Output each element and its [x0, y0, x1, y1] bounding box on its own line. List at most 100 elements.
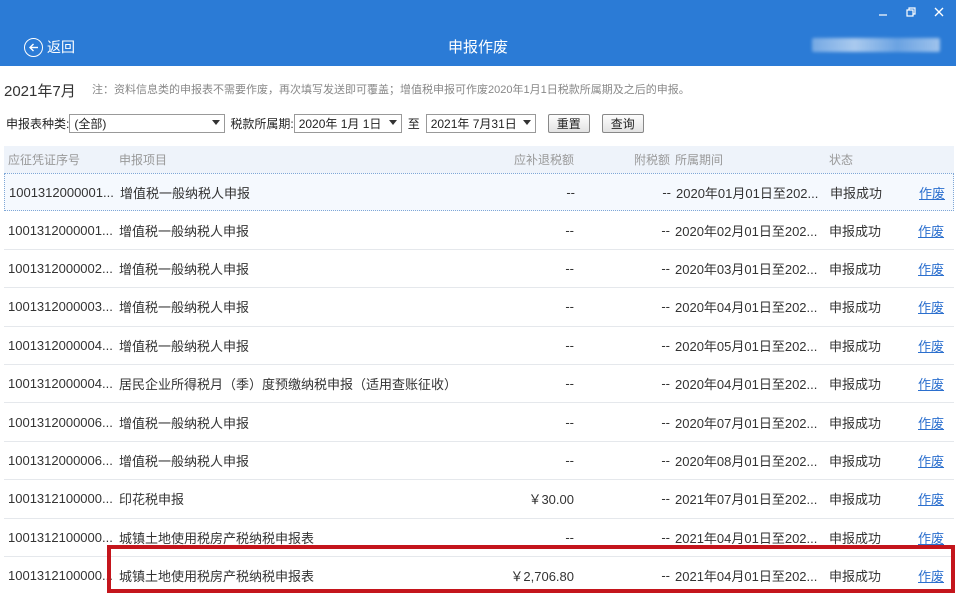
from-date-select[interactable]: 2020年 1月 1日: [293, 113, 402, 133]
cell-period: 2020年04月01日至202...: [675, 300, 818, 316]
to-label: 至: [407, 116, 420, 131]
cell-status: 申报成功: [829, 300, 882, 316]
cell-status: 申报成功: [829, 415, 882, 431]
type-select-value: (全部): [74, 116, 107, 131]
cell-item: 增值税一般纳税人申报: [119, 338, 250, 354]
void-link[interactable]: 作废: [918, 413, 952, 432]
restore-icon[interactable]: [904, 5, 918, 19]
type-select[interactable]: (全部): [69, 113, 226, 133]
cell-id: 1001312000002...: [8, 260, 113, 276]
cell-amount: --: [565, 299, 574, 315]
cell-amount: --: [565, 222, 574, 238]
void-link[interactable]: 作废: [919, 183, 953, 202]
cell-period: 2020年03月01日至202...: [675, 261, 818, 277]
column-header-tax[interactable]: 附税额: [584, 151, 670, 168]
void-link[interactable]: 作废: [918, 259, 952, 278]
from-date-value: 2020年 1月 1日: [298, 116, 382, 131]
cell-period: 2021年04月01日至202...: [675, 569, 818, 585]
cell-status: 申报成功: [829, 223, 882, 239]
table-row[interactable]: 1001312100000... 城镇土地使用税房产税纳税申报表 ￥2,706.80…: [4, 557, 954, 593]
cell-tax: --: [661, 568, 670, 584]
cell-tax: --: [661, 222, 670, 238]
cell-item: 增值税一般纳税人申报: [119, 300, 250, 316]
void-link[interactable]: 作废: [918, 566, 952, 585]
cell-id: 1001312000004...: [8, 337, 113, 353]
to-date-select[interactable]: 2021年 7月31日: [425, 113, 536, 133]
cell-period: 2021年04月01日至202...: [675, 530, 818, 546]
column-header-item[interactable]: 申报项目: [119, 151, 479, 168]
cell-amount: --: [566, 184, 575, 200]
cell-status: 申报成功: [829, 569, 882, 585]
cell-status: 申报成功: [829, 261, 882, 277]
table-row[interactable]: 1001312100000... 印花税申报 ￥30.00 -- 2021年07月01日…: [4, 480, 954, 519]
void-link[interactable]: 作废: [918, 528, 952, 547]
cell-amount: --: [565, 376, 574, 392]
declaration-table: 应征凭证序号 申报项目 应补退税额 附税额 所属期间 状态 1001312000…: [4, 146, 954, 593]
cell-amount: --: [565, 452, 574, 468]
minimize-icon[interactable]: [876, 5, 890, 19]
void-link[interactable]: 作废: [918, 489, 952, 508]
cell-period: 2021年07月01日至202...: [675, 492, 818, 508]
cell-id: 1001312000003...: [8, 299, 113, 315]
cell-tax: --: [661, 299, 670, 315]
chevron-down-icon: [522, 119, 531, 125]
cell-item: 增值税一般纳税人申报: [120, 185, 251, 201]
column-header-period[interactable]: 所属期间: [675, 151, 825, 168]
void-link[interactable]: 作废: [918, 297, 952, 316]
table-body: 1001312000001... 增值税一般纳税人申报 -- -- 2020年01月01…: [4, 173, 954, 593]
column-header-status[interactable]: 状态: [829, 151, 899, 168]
cell-amount: --: [565, 414, 574, 430]
user-info-blurred: [812, 38, 940, 52]
void-link[interactable]: 作废: [918, 451, 952, 470]
table-row[interactable]: 1001312000006... 增值税一般纳税人申报 -- -- 2020年07月01…: [4, 403, 954, 442]
cell-id: 1001312000006...: [8, 414, 113, 430]
cell-amount: ￥30.00: [528, 492, 574, 508]
cell-amount: ￥2,706.80: [510, 569, 574, 585]
cell-id: 1001312000001...: [9, 184, 114, 200]
chevron-down-icon: [212, 119, 221, 125]
cell-status: 申报成功: [829, 453, 882, 469]
table-row[interactable]: 1001312000001... 增值税一般纳税人申报 -- -- 2020年01月01…: [4, 173, 954, 212]
cell-item: 城镇土地使用税房产税纳税申报表: [119, 569, 315, 585]
cell-id: 1001312100000...: [8, 529, 113, 545]
void-link[interactable]: 作废: [918, 336, 952, 355]
table-row[interactable]: 1001312000006... 增值税一般纳税人申报 -- -- 2020年08月01…: [4, 442, 954, 481]
column-header-id[interactable]: 应征凭证序号: [8, 151, 118, 168]
info-note: 注：资料信息类的申报表不需要作废，再次填写发送即可覆盖；增值税申报可作废2020…: [92, 84, 690, 96]
query-button[interactable]: 查询: [601, 113, 644, 133]
table-header: 应征凭证序号 申报项目 应补退税额 附税额 所属期间 状态: [4, 146, 954, 173]
cell-tax: --: [661, 491, 670, 507]
table-row[interactable]: 1001312100000... 城镇土地使用税房产税纳税申报表 -- -- 2021年…: [4, 519, 954, 557]
cell-status: 申报成功: [830, 185, 883, 201]
cell-id: 1001312000006...: [8, 452, 113, 468]
cell-item: 增值税一般纳税人申报: [119, 453, 250, 469]
table-row[interactable]: 1001312000001... 增值税一般纳税人申报 -- -- 2020年02月01…: [4, 211, 954, 250]
cell-id: 1001312000004...: [8, 376, 113, 392]
cell-tax: --: [661, 529, 670, 545]
cell-period: 2020年05月01日至202...: [675, 338, 818, 354]
table-row[interactable]: 1001312000004... 居民企业所得税月（季）度预缴纳税申报（适用查账征…: [4, 365, 954, 404]
table-row[interactable]: 1001312000003... 增值税一般纳税人申报 -- -- 2020年04月01…: [4, 288, 954, 327]
to-date-value: 2021年 7月31日: [430, 116, 517, 131]
cell-id: 1001312000001...: [8, 222, 113, 238]
column-header-amount[interactable]: 应补退税额: [444, 151, 574, 168]
table-row[interactable]: 1001312000002... 增值税一般纳税人申报 -- -- 2020年03月01…: [4, 250, 954, 289]
close-icon[interactable]: [932, 5, 946, 19]
cell-tax: --: [661, 414, 670, 430]
cell-item: 印花税申报: [119, 492, 185, 508]
table-row[interactable]: 1001312000004... 增值税一般纳税人申报 -- -- 2020年05月01…: [4, 327, 954, 365]
period-label: 2021年7月: [4, 83, 76, 100]
cell-period: 2020年01月01日至202...: [676, 185, 819, 201]
cell-id: 1001312100000...: [8, 491, 113, 507]
type-filter-label: 申报表种类:: [6, 116, 70, 131]
void-link[interactable]: 作废: [918, 221, 952, 240]
void-link[interactable]: 作废: [918, 374, 952, 393]
filter-bar: 申报表种类: (全部) 税款所属期: 2020年 1月 1日 至 2021年 7…: [6, 112, 644, 134]
cell-item: 居民企业所得税月（季）度预缴纳税申报（适用查账征收）: [119, 377, 458, 393]
cell-status: 申报成功: [829, 530, 882, 546]
cell-tax: --: [661, 452, 670, 468]
cell-period: 2020年04月01日至202...: [675, 377, 818, 393]
reset-button[interactable]: 重置: [547, 113, 590, 133]
window-controls: [876, 5, 946, 19]
cell-tax: --: [661, 337, 670, 353]
